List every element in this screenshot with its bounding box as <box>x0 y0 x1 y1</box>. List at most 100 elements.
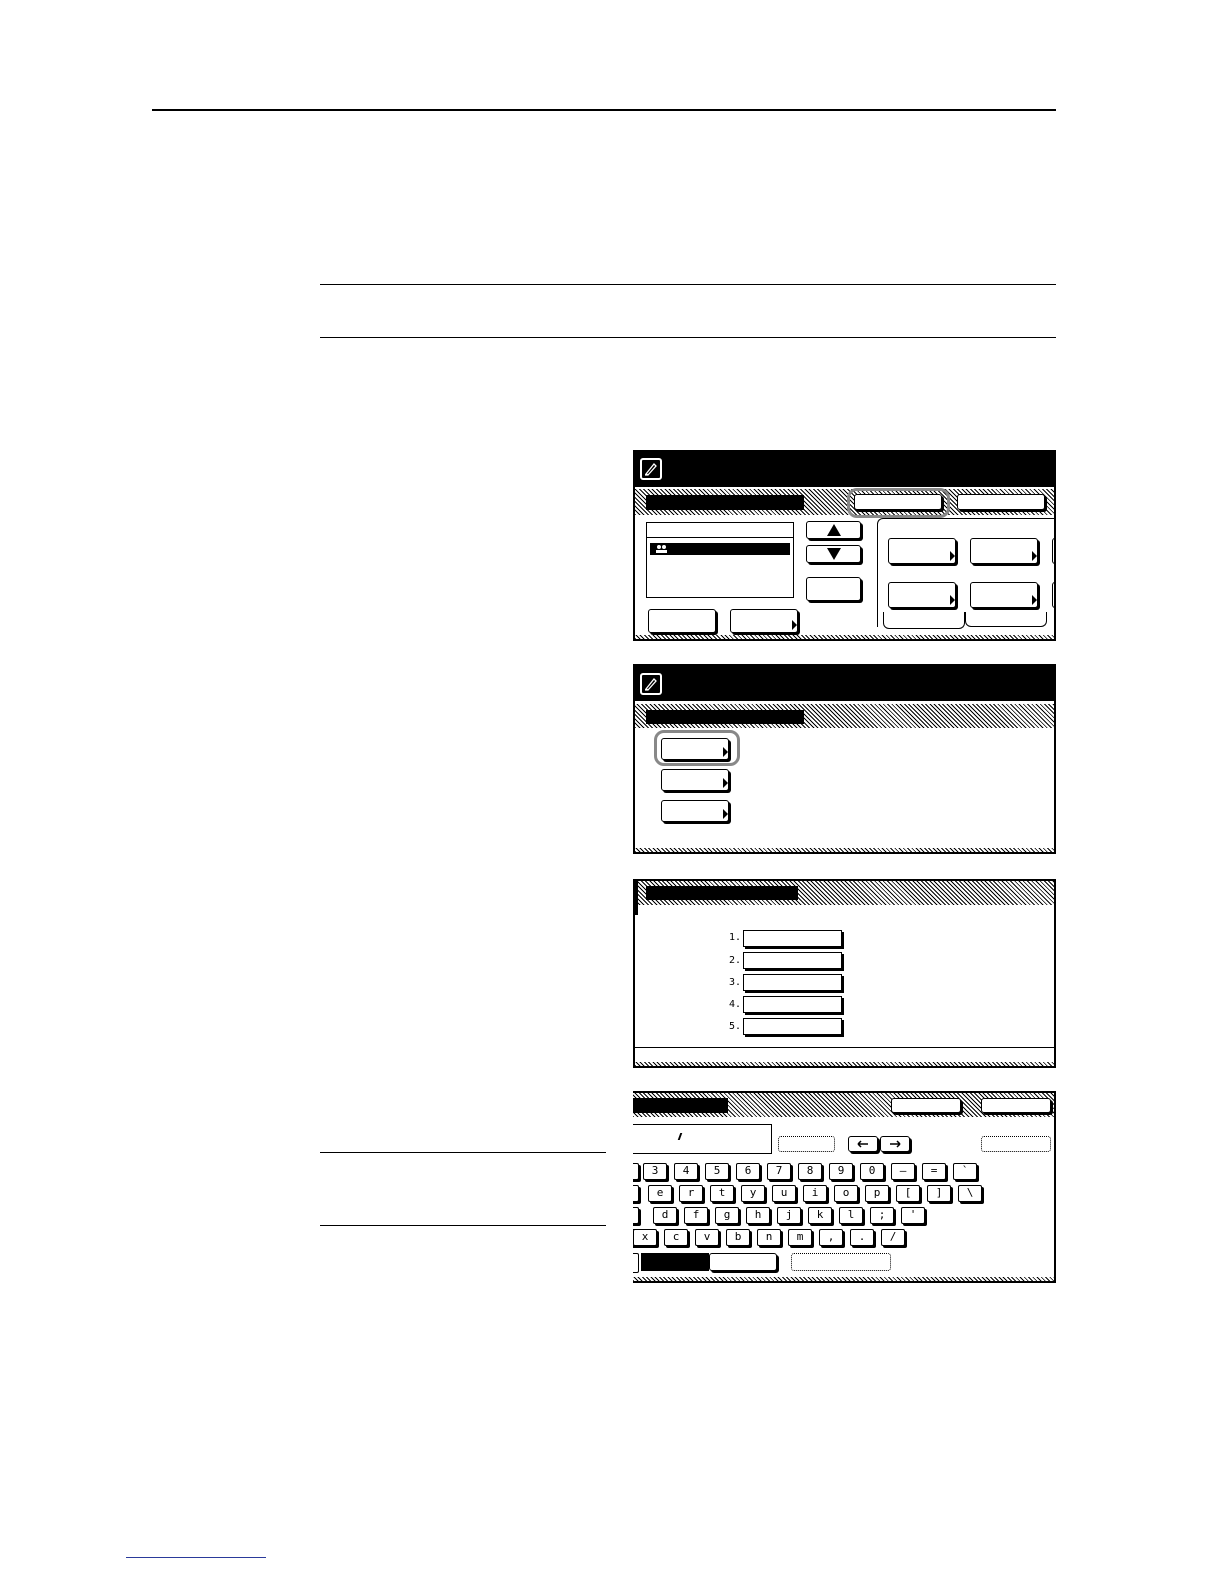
key-p[interactable]: p <box>865 1185 889 1202</box>
group-icon <box>656 545 667 553</box>
key-3[interactable]: 3 <box>643 1163 667 1180</box>
edit-pencil-icon[interactable] <box>640 458 662 480</box>
key-9[interactable]: 9 <box>829 1163 853 1180</box>
key-h[interactable]: h <box>746 1207 770 1224</box>
shift-toggle-inactive[interactable] <box>709 1253 777 1271</box>
key-4[interactable]: 4 <box>674 1163 698 1180</box>
key-partial-row-1[interactable] <box>633 1163 639 1180</box>
entry-label-3: 3. <box>728 977 741 988</box>
screen-4-top-button-b[interactable] <box>981 1098 1051 1113</box>
tab-button-2[interactable] <box>970 538 1038 564</box>
screen-4-right-button[interactable] <box>981 1136 1051 1152</box>
shift-toggle-active[interactable] <box>641 1253 709 1271</box>
key-t[interactable]: t <box>710 1185 734 1202</box>
scroll-up-button[interactable] <box>806 521 861 539</box>
key-8[interactable]: 8 <box>798 1163 822 1180</box>
arrow-up-icon <box>827 524 841 536</box>
key-u[interactable]: u <box>772 1185 796 1202</box>
key-k[interactable]: k <box>808 1207 832 1224</box>
chevron-right-icon <box>792 620 797 630</box>
key-minus[interactable]: – <box>891 1163 915 1180</box>
screen-4-section-title-bar <box>633 1098 728 1113</box>
key-open-bracket[interactable]: [ <box>896 1185 920 1202</box>
key-backtick[interactable]: ` <box>953 1163 977 1180</box>
entry-label-5: 5. <box>728 1021 741 1032</box>
screen-3-numbered-entries: 1. 2. 3. 4. 5. <box>633 879 1056 1068</box>
screen-4-bottom-hatch <box>633 1277 1054 1281</box>
key-partial-row-3[interactable] <box>633 1207 639 1224</box>
screen-1-bottom-button-a[interactable] <box>648 609 716 633</box>
tab-button-1[interactable] <box>888 538 956 564</box>
cursor-right-button[interactable] <box>880 1136 910 1152</box>
space-key[interactable] <box>791 1253 891 1271</box>
key-partial-row-5[interactable] <box>633 1253 639 1273</box>
address-list-box[interactable] <box>646 522 794 598</box>
key-backslash[interactable]: \ <box>958 1185 982 1202</box>
chevron-right-icon <box>950 551 955 561</box>
key-n[interactable]: n <box>757 1229 781 1246</box>
key-i[interactable]: i <box>803 1185 827 1202</box>
key-6[interactable]: 6 <box>736 1163 760 1180</box>
entry-field-4[interactable] <box>743 996 842 1013</box>
key-partial-row-2[interactable] <box>633 1185 639 1202</box>
key-0[interactable]: 0 <box>860 1163 884 1180</box>
screen-1-side-button[interactable] <box>806 577 861 601</box>
chevron-right-icon <box>950 595 955 605</box>
screen-3-bottom-hatch <box>635 1062 1054 1066</box>
screen-1-bottom-button-b[interactable] <box>730 609 798 633</box>
key-v[interactable]: v <box>695 1229 719 1246</box>
key-r[interactable]: r <box>679 1185 703 1202</box>
menu-button-2[interactable] <box>661 769 729 791</box>
screen-1-bottom-hatch <box>635 635 1054 639</box>
edit-pencil-icon[interactable] <box>640 673 662 695</box>
key-x[interactable]: x <box>633 1229 657 1246</box>
entry-field-3[interactable] <box>743 974 842 991</box>
tab-button-5[interactable] <box>970 582 1038 608</box>
key-g[interactable]: g <box>715 1207 739 1224</box>
arrow-left-icon <box>857 1140 868 1148</box>
tab-button-3[interactable] <box>1052 538 1054 564</box>
entry-field-5[interactable] <box>743 1018 842 1035</box>
screen-1-top-button-b[interactable] <box>957 494 1045 510</box>
key-5[interactable]: 5 <box>705 1163 729 1180</box>
screen-4-mid-button[interactable] <box>778 1136 835 1152</box>
key-f[interactable]: f <box>684 1207 708 1224</box>
chevron-right-icon <box>723 778 728 788</box>
entry-field-1[interactable] <box>743 930 842 947</box>
screen-2-section-title-bar <box>646 710 804 724</box>
key-l[interactable]: l <box>839 1207 863 1224</box>
key-j[interactable]: j <box>777 1207 801 1224</box>
selected-list-row[interactable] <box>650 543 790 555</box>
key-equals[interactable]: = <box>922 1163 946 1180</box>
menu-button-3[interactable] <box>661 800 729 822</box>
key-y[interactable]: y <box>741 1185 765 1202</box>
screen-2-menu <box>633 664 1056 854</box>
tab-button-6[interactable] <box>1052 582 1054 608</box>
key-c[interactable]: c <box>664 1229 688 1246</box>
key-close-bracket[interactable]: ] <box>927 1185 951 1202</box>
scroll-down-button[interactable] <box>806 545 861 563</box>
key-b[interactable]: b <box>726 1229 750 1246</box>
key-e[interactable]: e <box>648 1185 672 1202</box>
footer-link-underline <box>126 1557 266 1558</box>
chevron-right-icon <box>1032 551 1037 561</box>
cursor-left-button[interactable] <box>848 1136 878 1152</box>
entry-field-2[interactable] <box>743 952 842 969</box>
chevron-right-icon <box>1032 595 1037 605</box>
tab-selector-1[interactable] <box>883 612 965 629</box>
screen-2-bottom-hatch <box>635 848 1054 852</box>
tab-selector-2[interactable] <box>965 612 1047 627</box>
key-period[interactable]: . <box>850 1229 874 1246</box>
screen-4-top-button-a[interactable] <box>891 1098 961 1113</box>
key-semicolon[interactable]: ; <box>870 1207 894 1224</box>
key-comma[interactable]: , <box>819 1229 843 1246</box>
chevron-right-icon <box>723 809 728 819</box>
key-7[interactable]: 7 <box>767 1163 791 1180</box>
key-m[interactable]: m <box>788 1229 812 1246</box>
text-entry-field[interactable] <box>633 1124 772 1154</box>
key-o[interactable]: o <box>834 1185 858 1202</box>
key-slash[interactable]: / <box>881 1229 905 1246</box>
key-apostrophe[interactable]: ' <box>901 1207 925 1224</box>
tab-button-4[interactable] <box>888 582 956 608</box>
key-d[interactable]: d <box>653 1207 677 1224</box>
